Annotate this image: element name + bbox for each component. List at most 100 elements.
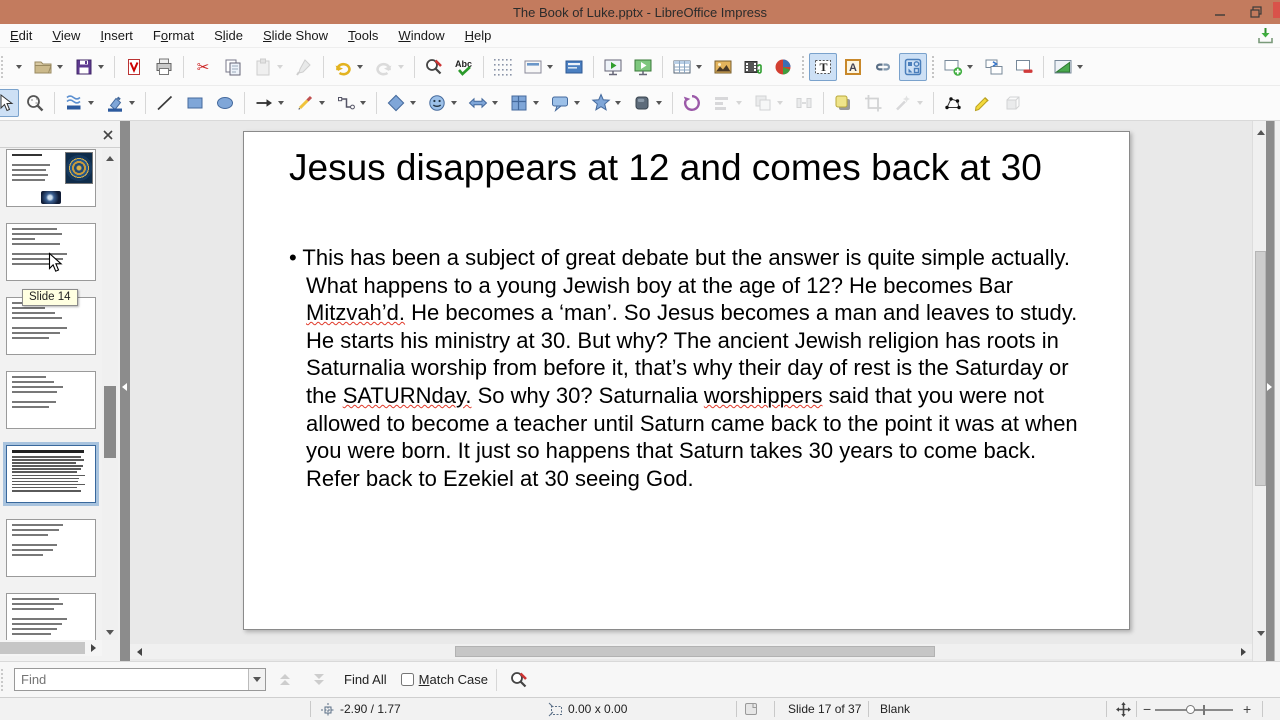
shadow-button[interactable] (829, 89, 857, 117)
dropdown-arrow-icon[interactable] (547, 64, 553, 69)
slide-thumbnail-13[interactable] (6, 149, 96, 207)
find-history-dropdown[interactable] (248, 669, 265, 690)
select-button[interactable] (0, 89, 19, 117)
rotate-button[interactable] (678, 89, 706, 117)
update-available-button[interactable] (1257, 27, 1274, 44)
dropdown-arrow-icon[interactable] (398, 64, 404, 69)
cut-button[interactable]: ✂ (189, 53, 217, 81)
dropdown-arrow-icon[interactable] (615, 101, 621, 105)
panel-scrollbar-thumb[interactable] (104, 386, 116, 458)
print-button[interactable] (150, 53, 178, 81)
slide-thumbnail-18[interactable] (6, 519, 96, 577)
new-document-button[interactable] (10, 53, 27, 81)
scroll-down-icon[interactable] (103, 625, 117, 639)
match-case-label[interactable]: Match Case (419, 672, 488, 687)
document-modified-indicator[interactable] (744, 698, 758, 720)
fontwork-button[interactable]: A (839, 53, 867, 81)
dropdown-arrow-icon[interactable] (656, 101, 662, 105)
view-layout-button[interactable] (519, 53, 558, 81)
undo-button[interactable] (329, 53, 368, 81)
copy-button[interactable] (219, 53, 247, 81)
dropdown-arrow-icon[interactable] (410, 101, 416, 105)
fill-color-button[interactable] (101, 89, 140, 117)
menu-view[interactable]: View (42, 25, 90, 46)
sidebar-show-handle[interactable] (1266, 121, 1274, 661)
dropdown-arrow-icon[interactable] (777, 101, 783, 105)
dropdown-arrow-icon[interactable] (319, 101, 325, 105)
hyperlink-button[interactable] (869, 53, 897, 81)
canvas-vertical-scrollbar[interactable] (1252, 121, 1267, 661)
panel-hide-handle[interactable] (120, 121, 130, 661)
minimize-button[interactable] (1210, 3, 1230, 21)
callout-button[interactable] (546, 89, 585, 117)
find-input[interactable] (15, 669, 248, 690)
display-grid-button[interactable] (489, 53, 517, 81)
duplicate-slide-button[interactable] (980, 53, 1008, 81)
edit-points-button[interactable] (939, 89, 967, 117)
canvas-scroll-left-icon[interactable] (132, 645, 146, 659)
slide-thumbnail-17[interactable] (3, 442, 99, 506)
find-next-button[interactable] (304, 668, 334, 692)
save-button[interactable] (70, 53, 109, 81)
dropdown-arrow-icon[interactable] (533, 101, 539, 105)
dropdown-arrow-icon[interactable] (278, 101, 284, 105)
menu-help[interactable]: Help (455, 25, 502, 46)
zoom-in-button[interactable]: + (1243, 698, 1251, 720)
slide-title-text[interactable]: Jesus disappears at 12 and comes back at… (289, 146, 1079, 190)
slide-thumbnail-14[interactable] (6, 223, 96, 281)
slide-panel-close-button[interactable] (100, 127, 116, 143)
insert-table-button[interactable] (668, 53, 707, 81)
dropdown-arrow-icon[interactable] (451, 101, 457, 105)
find-replace-button[interactable] (420, 53, 448, 81)
dropdown-arrow-icon[interactable] (967, 64, 973, 69)
menu-tools[interactable]: Tools (338, 25, 388, 46)
connector-button[interactable] (332, 89, 371, 117)
new-slide-button[interactable] (939, 53, 978, 81)
master-slide-button[interactable] (560, 53, 588, 81)
block-arrows-button[interactable] (464, 89, 503, 117)
stars-button[interactable] (587, 89, 626, 117)
fit-slide-button[interactable] (1116, 698, 1131, 720)
zoom-slider-handle[interactable] (1186, 705, 1195, 714)
dropdown-arrow-icon[interactable] (88, 101, 94, 105)
slide-properties-button[interactable] (1049, 53, 1088, 81)
dropdown-arrow-icon[interactable] (98, 64, 104, 69)
delete-slide-button[interactable] (1010, 53, 1038, 81)
arrow-line-button[interactable] (250, 89, 289, 117)
menu-insert[interactable]: Insert (90, 25, 143, 46)
menu-edit[interactable]: Edit (0, 25, 42, 46)
open-button[interactable] (29, 53, 68, 81)
panel-vertical-scrollbar[interactable] (102, 149, 118, 640)
menu-slide[interactable]: Slide (204, 25, 253, 46)
dropdown-arrow-icon[interactable] (696, 64, 702, 69)
dropdown-arrow-icon[interactable] (360, 101, 366, 105)
canvas-vscroll-thumb[interactable] (1255, 251, 1266, 486)
panel-hscroll-thumb[interactable] (0, 642, 85, 654)
start-current-slide-button[interactable] (629, 53, 657, 81)
spelling-button[interactable]: Abc (450, 53, 478, 81)
slide-body-text[interactable]: • This has been a subject of great debat… (289, 244, 1081, 492)
scroll-right-icon[interactable] (86, 641, 100, 655)
draw-functions-button[interactable] (899, 52, 927, 81)
dropdown-arrow-icon[interactable] (57, 64, 63, 69)
dropdown-arrow-icon[interactable] (129, 101, 135, 105)
dropdown-arrow-icon[interactable] (357, 64, 363, 69)
start-first-slide-button[interactable] (599, 53, 627, 81)
dropdown-arrow-icon[interactable] (574, 101, 580, 105)
canvas-hscroll-thumb[interactable] (455, 646, 935, 657)
canvas-horizontal-scrollbar[interactable] (130, 644, 1252, 659)
insert-image-button[interactable] (709, 53, 737, 81)
menu-slide-show[interactable]: Slide Show (253, 25, 338, 46)
canvas-scroll-right-icon[interactable] (1236, 645, 1250, 659)
close-button[interactable] (1273, 2, 1280, 18)
find-previous-button[interactable] (270, 668, 300, 692)
flowchart-button[interactable] (505, 89, 544, 117)
slide-thumbnail-19[interactable] (6, 593, 96, 640)
export-pdf-button[interactable] (120, 53, 148, 81)
zoom-pan-button[interactable] (21, 89, 49, 117)
threed-objects-button[interactable] (628, 89, 667, 117)
insert-media-button[interactable] (739, 53, 767, 81)
insert-line-button[interactable] (151, 89, 179, 117)
scroll-up-icon[interactable] (103, 151, 117, 165)
find-and-replace-button[interactable] (505, 667, 533, 693)
